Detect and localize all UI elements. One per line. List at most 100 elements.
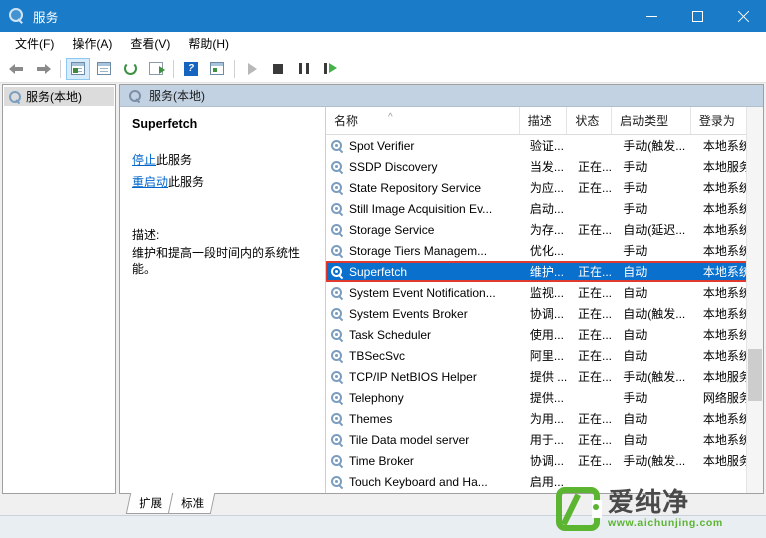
services-magnifier-icon: [8, 7, 26, 25]
show-hide-console-tree-button[interactable]: [66, 58, 90, 80]
table-row[interactable]: Still Image Acquisition Ev...启动...手动本地系统: [326, 198, 763, 219]
cell-description: 为应...: [522, 177, 570, 198]
stop-service-button[interactable]: [266, 58, 290, 80]
show-action-pane-button[interactable]: [205, 58, 229, 80]
back-button[interactable]: [5, 58, 29, 80]
table-row[interactable]: TCP/IP NetBIOS Helper提供 ...正在...手动(触发...…: [326, 366, 763, 387]
service-gear-icon: [330, 370, 344, 384]
window-controls: [628, 0, 766, 32]
table-row[interactable]: Time Broker协调...正在...手动(触发...本地服务: [326, 450, 763, 471]
back-arrow-icon: [9, 63, 25, 75]
service-gear-icon: [330, 307, 344, 321]
cell-status: 正在...: [570, 261, 615, 282]
table-row[interactable]: Spot Verifier验证...手动(触发...本地系统: [326, 135, 763, 156]
stop-service-link[interactable]: 停止: [132, 153, 156, 167]
tab-standard-label: 标准: [181, 495, 204, 511]
table-row[interactable]: Storage Service为存...正在...自动(延迟...本地系统: [326, 219, 763, 240]
watermark: 爱纯净 www.aichunjing.com: [556, 484, 762, 534]
cell-startup-type: 自动: [615, 345, 695, 366]
cell-status: [570, 135, 615, 156]
cell-service-name: Still Image Acquisition Ev...: [326, 198, 522, 219]
help-button[interactable]: ?: [179, 58, 203, 80]
cell-service-name: Telephony: [326, 387, 522, 408]
table-row[interactable]: Themes为用...正在...自动本地系统: [326, 408, 763, 429]
cell-service-name: Touch Keyboard and Ha...: [326, 471, 522, 492]
list-vertical-scrollbar[interactable]: [746, 107, 763, 494]
minimize-button[interactable]: [628, 0, 674, 32]
tab-standard[interactable]: 标准: [168, 493, 215, 514]
pause-service-icon: [299, 63, 309, 74]
cell-service-name: Spot Verifier: [326, 135, 522, 156]
column-header-status[interactable]: 状态: [567, 107, 612, 134]
cell-startup-type: 自动(延迟...: [615, 219, 695, 240]
table-row[interactable]: System Event Notification...监视...正在...自动…: [326, 282, 763, 303]
restart-service-icon: [324, 63, 337, 74]
service-gear-icon: [330, 328, 344, 342]
start-service-icon: [248, 63, 257, 75]
stop-service-line: 停止此服务: [132, 151, 317, 168]
toolbar-separator: [173, 60, 174, 78]
column-header-startup[interactable]: 启动类型: [612, 107, 691, 134]
cell-service-name: Storage Service: [326, 219, 522, 240]
result-pane-title: 服务(本地): [149, 87, 205, 104]
cell-status: [570, 240, 615, 261]
export-list-button[interactable]: [144, 58, 168, 80]
table-row[interactable]: Tile Data model server用于...正在...自动本地系统: [326, 429, 763, 450]
start-service-button[interactable]: [240, 58, 264, 80]
cell-description: 提供...: [522, 387, 570, 408]
service-name-label: Tile Data model server: [349, 433, 469, 447]
description-label: 描述:: [132, 226, 317, 243]
cell-description: 优化...: [522, 240, 570, 261]
cell-startup-type: 手动: [615, 240, 695, 261]
export-list-icon: [149, 62, 163, 75]
table-row[interactable]: Task Scheduler使用...正在...自动本地系统: [326, 324, 763, 345]
cell-description: 验证...: [522, 135, 570, 156]
table-row[interactable]: Superfetch维护...正在...自动本地系统: [326, 261, 763, 282]
column-header-name[interactable]: 名称 ^: [326, 107, 520, 134]
cell-status: [570, 198, 615, 219]
table-row[interactable]: Telephony提供...手动网络服务: [326, 387, 763, 408]
table-row[interactable]: State Repository Service为应...正在...手动本地系统: [326, 177, 763, 198]
refresh-button[interactable]: [118, 58, 142, 80]
maximize-button[interactable]: [674, 0, 720, 32]
table-row[interactable]: Storage Tiers Managem...优化...手动本地系统: [326, 240, 763, 261]
service-gear-icon: [330, 454, 344, 468]
cell-startup-type: 手动: [615, 387, 695, 408]
tab-extended[interactable]: 扩展: [126, 493, 173, 514]
cell-status: 正在...: [570, 156, 615, 177]
table-row[interactable]: System Events Broker协调...正在...自动(触发...本地…: [326, 303, 763, 324]
service-gear-icon: [330, 286, 344, 300]
table-row[interactable]: SSDP Discovery当发...正在...手动本地服务: [326, 156, 763, 177]
cell-startup-type: 自动: [615, 408, 695, 429]
table-row[interactable]: TBSecSvc阿里...正在...自动本地系统: [326, 345, 763, 366]
watermark-brand: 爱纯净: [608, 489, 723, 516]
watermark-text: 爱纯净 www.aichunjing.com: [608, 489, 723, 529]
stop-service-icon: [273, 64, 283, 74]
service-name-label: System Events Broker: [349, 307, 468, 321]
column-header-description[interactable]: 描述: [520, 107, 568, 134]
cell-description: 用于...: [522, 429, 570, 450]
service-name-label: Task Scheduler: [349, 328, 431, 342]
menu-help[interactable]: 帮助(H): [179, 33, 238, 54]
properties-button[interactable]: [92, 58, 116, 80]
close-icon: [737, 10, 750, 23]
services-list-header: 名称 ^ 描述 状态 启动类型 登录为 ^: [326, 107, 763, 135]
menu-action[interactable]: 操作(A): [63, 33, 121, 54]
scrollbar-thumb[interactable]: [748, 349, 762, 401]
tree-item-label: 服务(本地): [26, 88, 82, 105]
pause-service-button[interactable]: [292, 58, 316, 80]
console-tree-icon: [71, 62, 85, 75]
cell-startup-type: 手动: [615, 177, 695, 198]
menu-view[interactable]: 查看(V): [121, 33, 179, 54]
menu-file[interactable]: 文件(F): [6, 33, 63, 54]
cell-description: 为用...: [522, 408, 570, 429]
forward-button[interactable]: [31, 58, 55, 80]
close-button[interactable]: [720, 0, 766, 32]
cell-description: 监视...: [522, 282, 570, 303]
restart-service-button[interactable]: [318, 58, 342, 80]
cell-startup-type: 手动(触发...: [615, 450, 695, 471]
restart-service-link[interactable]: 重启动: [132, 175, 168, 189]
tree-item-services-local[interactable]: 服务(本地): [4, 87, 114, 106]
cell-status: 正在...: [570, 345, 615, 366]
sort-ascending-icon: ^: [388, 113, 393, 123]
